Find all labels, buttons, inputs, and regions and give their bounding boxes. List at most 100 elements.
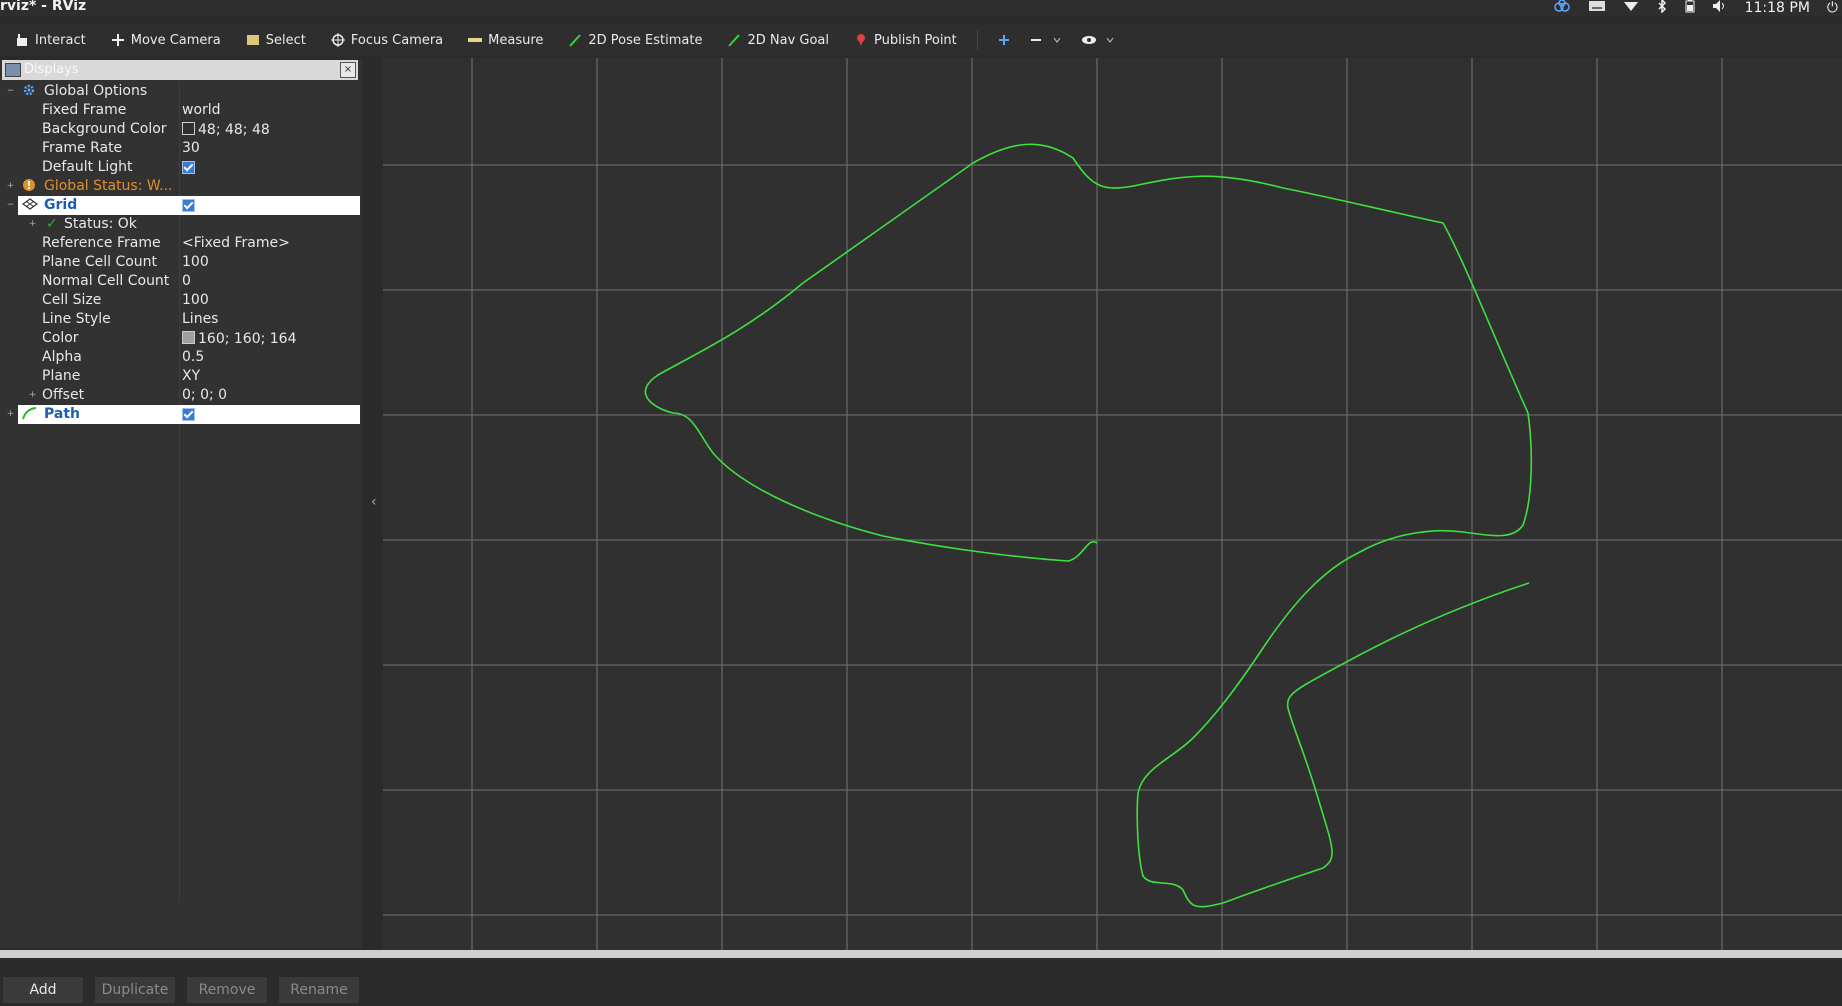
property-key: Fixed Frame [42,102,127,118]
displays-button-bar: Add Duplicate Remove Rename [0,976,364,1006]
view-options-button[interactable] [1073,24,1126,56]
property-value[interactable]: <Fixed Frame> [182,235,290,251]
grid-icon [21,197,39,215]
property-value[interactable]: 0.5 [182,349,204,365]
wifi-icon[interactable] [1623,0,1639,17]
crosshair-icon [330,32,346,48]
tree-row-color[interactable]: Color 160; 160; 164 [0,329,362,348]
focus-camera-tool[interactable]: Focus Camera [316,24,453,56]
color-value: 48; 48; 48 [198,122,270,138]
property-value[interactable]: 48; 48; 48 [182,121,270,138]
select-label: Select [265,32,306,48]
volume-icon[interactable] [1712,0,1728,17]
clock[interactable]: 11:18 PM [1745,0,1810,16]
path-label: Path [44,406,80,422]
pose-estimate-tool[interactable]: 2D Pose Estimate [553,24,712,56]
add-tool-button[interactable] [988,24,1020,56]
tree-row-plane[interactable]: Plane XY [0,367,362,386]
property-value[interactable]: world [182,102,221,118]
battery-icon[interactable] [1685,0,1695,17]
keyboard-icon[interactable] [1588,0,1606,17]
chevron-down-icon [1049,32,1065,48]
window-title: rviz* - RViz [0,0,87,14]
remove-tool-button[interactable] [1020,24,1073,56]
tree-row-normal-cell-count[interactable]: Normal Cell Count 0 [0,272,362,291]
move-camera-tool[interactable]: Move Camera [96,24,231,56]
property-value[interactable]: 30 [182,140,200,156]
tree-row-default-light[interactable]: Default Light [0,158,362,177]
measure-label: Measure [488,32,544,48]
gear-icon [22,83,36,101]
eye-icon [1081,32,1097,48]
property-value[interactable]: 100 [182,292,209,308]
panel-close-button[interactable]: × [340,62,356,78]
expand-icon[interactable]: + [6,410,15,419]
dropbox-icon[interactable] [1553,0,1571,17]
viewport-scene[interactable] [383,58,1842,950]
interact-tool[interactable]: Interact [0,24,96,56]
grid-enabled-checkbox[interactable] [182,197,195,214]
collapse-panel-icon[interactable]: ‹ [371,494,377,510]
expand-icon[interactable]: + [28,391,37,400]
tree-row-cell-size[interactable]: Cell Size 100 [0,291,362,310]
publish-point-tool[interactable]: Publish Point [839,24,967,56]
tree-row-alpha[interactable]: Alpha 0.5 [0,348,362,367]
default-light-checkbox[interactable] [182,159,195,176]
displays-panel-header: Displays × [2,60,358,80]
measure-tool[interactable]: Measure [453,24,553,56]
collapse-icon[interactable]: − [6,87,15,96]
checkmark-icon: ✓ [46,216,58,232]
path-enabled-checkbox[interactable] [182,406,195,423]
property-value[interactable]: 0; 0; 0 [182,387,227,403]
tree-row-grid-status[interactable]: + ✓ Status: Ok [0,215,362,234]
warning-icon [22,178,36,196]
green-arrow-icon [567,32,583,48]
remove-button[interactable]: Remove [186,976,268,1004]
move-arrows-icon [110,32,126,48]
expand-icon[interactable]: + [28,220,37,229]
property-key: Normal Cell Count [42,273,170,289]
path-icon [22,406,38,424]
publish-point-label: Publish Point [874,32,957,48]
title-bar: rviz* - RViz 11:18 PM ⏻ [0,0,1842,16]
tree-row-plane-cell-count[interactable]: Plane Cell Count 100 [0,253,362,272]
3d-viewport[interactable] [383,58,1842,950]
tree-row-offset[interactable]: + Offset 0; 0; 0 [0,386,362,405]
toolbar: Interact Move Camera Select Focus Camera… [0,24,1842,56]
property-value[interactable]: Lines [182,311,218,327]
bluetooth-icon[interactable] [1656,0,1668,17]
tree-row-reference-frame[interactable]: Reference Frame <Fixed Frame> [0,234,362,253]
add-button[interactable]: Add [2,976,84,1004]
tree-row-frame-rate[interactable]: Frame Rate 30 [0,139,362,158]
nav-goal-tool[interactable]: 2D Nav Goal [712,24,839,56]
property-value[interactable]: 160; 160; 164 [182,330,297,347]
green-arrow-icon [726,32,742,48]
displays-panel: Displays × − Global Options Fixed Frame … [0,60,362,1004]
pose-estimate-label: 2D Pose Estimate [588,32,703,48]
duplicate-button[interactable]: Duplicate [94,976,176,1004]
tree-row-fixed-frame[interactable]: Fixed Frame world [0,101,362,120]
property-key: Color [42,330,79,346]
property-key: Plane Cell Count [42,254,158,270]
chevron-down-icon [1102,32,1118,48]
rename-button[interactable]: Rename [278,976,360,1004]
tree-row-global-options[interactable]: − Global Options [0,82,362,101]
expand-icon[interactable]: + [6,182,15,191]
grid-lines [383,58,1842,950]
tree-row-global-status[interactable]: + Global Status: W... [0,177,362,196]
power-icon[interactable]: ⏻ [1827,0,1838,16]
collapse-icon[interactable]: − [6,201,15,210]
global-status-label: Global Status: W... [44,178,173,194]
property-value[interactable]: 0 [182,273,191,289]
tree-row-line-style[interactable]: Line Style Lines [0,310,362,329]
minus-icon [1028,32,1044,48]
color-value: 160; 160; 164 [198,331,297,347]
select-tool[interactable]: Select [231,24,316,56]
status-bar [0,950,1842,958]
move-camera-label: Move Camera [130,32,221,48]
tree-row-background-color[interactable]: Background Color 48; 48; 48 [0,120,362,139]
property-value[interactable]: 100 [182,254,209,270]
tree-row-grid[interactable]: − Grid [0,196,362,215]
tree-row-path[interactable]: + Path [0,405,362,424]
property-value[interactable]: XY [182,368,200,384]
